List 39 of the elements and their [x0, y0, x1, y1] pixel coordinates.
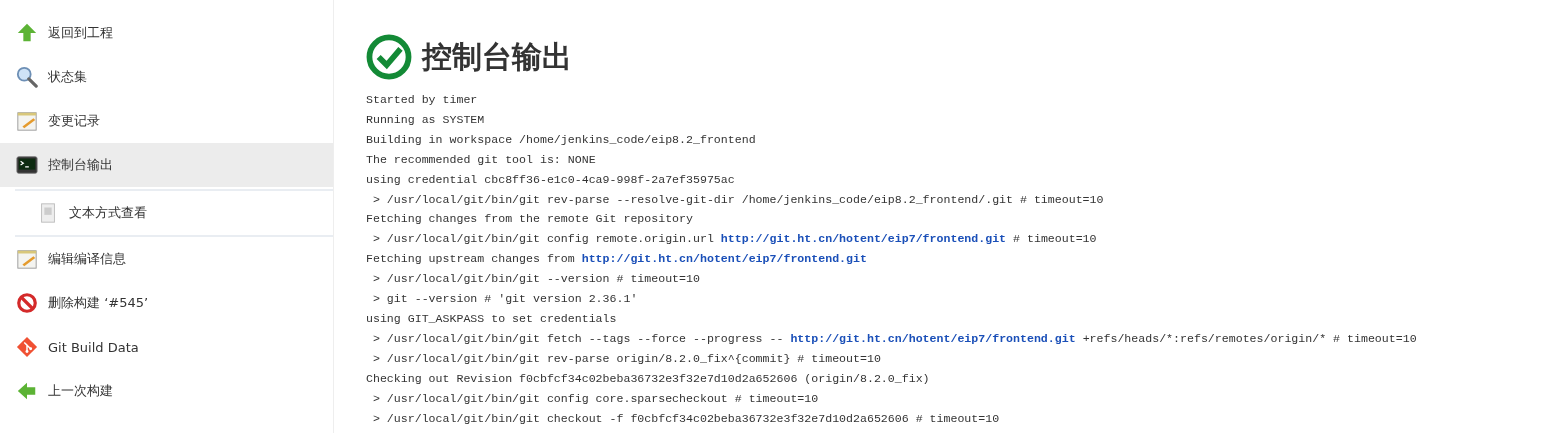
sidebar-subitem[interactable]: 文本方式查看 — [15, 191, 333, 235]
console-line: Fetching upstream changes from http://git.ht.cn/hotent/eip7/frontend.git — [366, 251, 868, 268]
sidebar-item[interactable]: 编辑编译信息 — [0, 237, 333, 281]
console-line: The recommended git tool is: NONE — [366, 151, 597, 168]
console-line: > /usr/local/git/bin/git rev-parse --resolve-git-dir /home/jenkins_code/eip8.2_frontend/.git # timeout=10 — [371, 191, 1105, 208]
console-line: > /usr/local/git/bin/git fetch --tags --force --progress -- http://git.ht.cn/hotent/eip7/frontend.git +refs/heads/*:refs/remotes/origin/* # timeout=10 — [371, 330, 1418, 347]
console-line: > /usr/local/git/bin/git rev-parse origin/8.2.0_fix^{commit} # timeout=10 — [371, 350, 882, 367]
terminal-icon — [16, 154, 38, 176]
console-line: using credential cbc8ff36-e1c0-4ca9-998f-2a7ef35975ac — [366, 171, 736, 188]
up-arrow-icon — [16, 22, 38, 44]
console-line: > /usr/local/git/bin/git --version # timeout=10 — [371, 271, 701, 288]
console-line: Checking out Revision f0cbfcf34c02beba36732e3f32e7d10d2a652606 (origin/8.2.0_fix) — [366, 370, 931, 387]
console-line: > /usr/local/git/bin/git config remote.origin.url http://git.ht.cn/hotent/eip7/frontend.git # timeout=10 — [371, 231, 1098, 248]
git-icon — [16, 336, 38, 358]
console-link[interactable]: http://git.ht.cn/hotent/eip7/frontend.git — [720, 232, 1007, 246]
notepad-icon — [16, 110, 38, 132]
console-line: > /usr/local/git/bin/git config core.sparsecheckout # timeout=10 — [371, 390, 820, 407]
console-line: using GIT_ASKPASS to set credentials — [366, 310, 618, 327]
console-link[interactable]: http://git.ht.cn/hotent/eip7/frontend.git — [581, 252, 867, 266]
notepad-icon — [16, 248, 38, 270]
console-line: Started by timer — [366, 92, 479, 108]
page-title: 控制台输出 — [422, 37, 572, 76]
sidebar-item[interactable]: Git Build Data — [0, 325, 333, 369]
console-line: > /usr/local/git/bin/git checkout -f f0cbfcf34c02beba36732e3f32e7d10d2a652606 # timeout=10 — [371, 410, 1001, 427]
console-line: Fetching changes from the remote Git repository — [366, 211, 694, 228]
sidebar-item[interactable]: 状态集 — [0, 55, 333, 99]
console-line: Building in workspace /home/jenkins_code/eip8.2_frontend — [366, 131, 757, 148]
console-line: Running as SYSTEM — [366, 111, 486, 128]
console-line: > git --version # 'git version 2.36.1' — [371, 291, 639, 308]
no-entry-icon — [16, 292, 38, 314]
sidebar-item[interactable]: 返回到工程 — [0, 11, 333, 55]
console-link[interactable]: http://git.ht.cn/hotent/eip7/frontend.git — [790, 331, 1076, 345]
sidebar-item[interactable]: 删除构建 ‘#545’ — [0, 281, 333, 325]
search-icon — [16, 66, 38, 88]
sidebar-item[interactable]: 控制台输出 — [0, 143, 333, 187]
sidebar-item[interactable]: 上一次构建 — [0, 369, 333, 413]
sidebar-item[interactable]: 变更记录 — [0, 99, 333, 143]
back-arrow-icon — [16, 380, 38, 402]
success-icon — [366, 34, 412, 80]
